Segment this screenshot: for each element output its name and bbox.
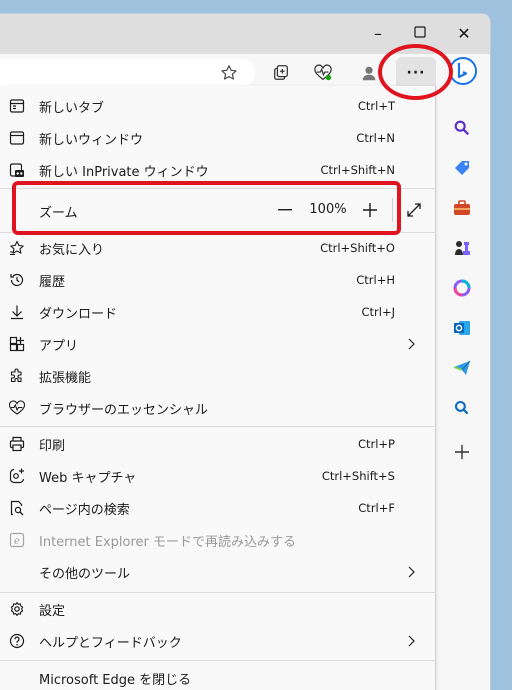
menu-item-downloads[interactable]: ダウンロード Ctrl+J	[0, 296, 436, 328]
sidebar	[440, 92, 490, 690]
chevron-right-icon	[408, 566, 415, 578]
collections-icon[interactable]	[268, 60, 294, 86]
bing-search-icon[interactable]	[450, 396, 474, 420]
shopping-tag-icon[interactable]	[450, 156, 474, 180]
help-icon	[8, 632, 26, 650]
essentials-icon	[8, 399, 26, 417]
menu-item-new-window[interactable]: 新しいウィンドウ Ctrl+N	[0, 122, 436, 154]
download-icon	[8, 303, 26, 321]
fullscreen-button[interactable]	[402, 198, 426, 222]
print-icon	[8, 435, 26, 453]
games-icon[interactable]	[450, 236, 474, 260]
menu-item-browser-essentials[interactable]: ブラウザーのエッセンシャル	[0, 392, 436, 424]
minimize-button[interactable]: –	[360, 20, 396, 48]
chevron-right-icon	[408, 635, 415, 647]
apps-icon	[8, 335, 26, 353]
web-capture-icon	[8, 467, 26, 485]
highlight-rectangle	[12, 181, 401, 235]
outlook-icon[interactable]	[450, 316, 474, 340]
separator	[0, 660, 436, 661]
menu-item-close-edge[interactable]: Microsoft Edge を閉じる	[0, 662, 436, 690]
find-icon	[8, 499, 26, 517]
send-telegram-icon[interactable]	[450, 356, 474, 380]
settings-icon	[8, 600, 26, 618]
favorites-icon	[8, 239, 26, 257]
separator	[0, 426, 436, 427]
new-tab-icon	[8, 97, 26, 115]
menu-item-more-tools[interactable]: その他のツール	[0, 556, 436, 588]
copilot-icon[interactable]	[450, 276, 474, 300]
add-sidebar-item-icon[interactable]	[450, 440, 474, 464]
menu-item-print[interactable]: 印刷 Ctrl+P	[0, 428, 436, 460]
menu-item-help-feedback[interactable]: ヘルプとフィードバック	[0, 625, 436, 657]
menu-item-find-on-page[interactable]: ページ内の検索 Ctrl+F	[0, 492, 436, 524]
health-icon[interactable]	[310, 60, 336, 86]
close-button[interactable]: ✕	[446, 20, 482, 48]
settings-menu: 新しいタブ Ctrl+T 新しいウィンドウ Ctrl+N 新しい InPriva…	[0, 86, 436, 690]
new-window-icon	[8, 129, 26, 147]
chevron-right-icon	[408, 338, 415, 350]
maximize-icon	[414, 26, 426, 38]
menu-item-favorites[interactable]: お気に入り Ctrl+Shift+O	[0, 232, 436, 264]
extensions-icon	[8, 367, 26, 385]
svg-text:e: e	[14, 536, 20, 547]
menu-item-web-capture[interactable]: Web キャプチャ Ctrl+Shift+S	[0, 460, 436, 492]
inprivate-icon	[8, 161, 26, 179]
ie-mode-icon: e	[8, 531, 26, 549]
address-bar[interactable]	[0, 59, 255, 87]
menu-item-new-tab[interactable]: 新しいタブ Ctrl+T	[0, 90, 436, 122]
history-icon	[8, 271, 26, 289]
menu-item-apps[interactable]: アプリ	[0, 328, 436, 360]
search-icon[interactable]	[450, 116, 474, 140]
menu-item-ie-mode: e Internet Explorer モードで再読み込みする	[0, 524, 436, 556]
highlight-ellipse	[378, 44, 453, 100]
tools-briefcase-icon[interactable]	[450, 196, 474, 220]
favorite-star-icon[interactable]	[216, 60, 242, 86]
menu-item-history[interactable]: 履歴 Ctrl+H	[0, 264, 436, 296]
menu-item-settings[interactable]: 設定	[0, 593, 436, 625]
menu-item-extensions[interactable]: 拡張機能	[0, 360, 436, 392]
fullscreen-icon	[407, 203, 421, 217]
